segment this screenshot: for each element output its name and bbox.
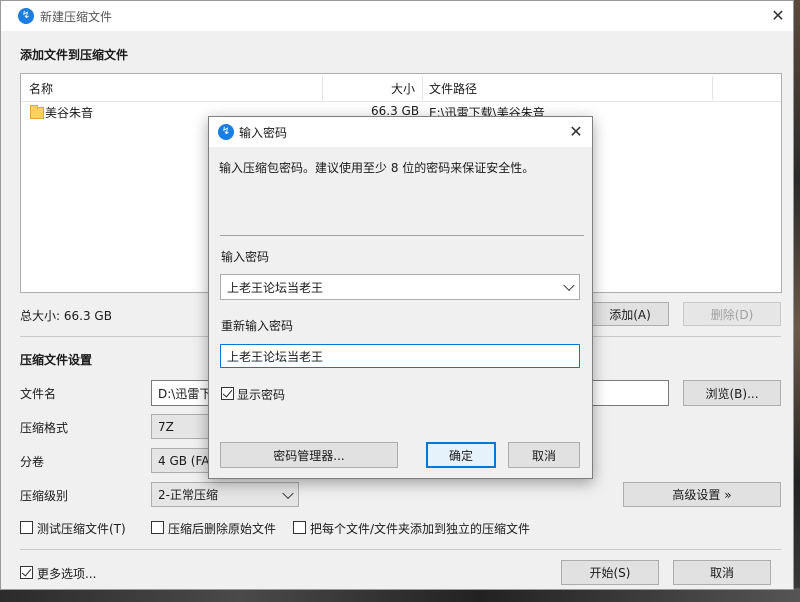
format-select-value: 7Z (158, 419, 174, 434)
password-input-value: 上老王论坛当老王 (227, 280, 324, 295)
column-header-path[interactable]: 文件路径 (429, 80, 477, 97)
app-logo-icon: ↯ (218, 124, 234, 140)
archive-settings-heading: 压缩文件设置 (20, 353, 93, 367)
column-divider[interactable] (712, 76, 713, 100)
divider-line (220, 235, 584, 236)
delete-original-label: 压缩后删除原始文件 (168, 522, 277, 536)
file-list-header: 名称 大小 文件路径 (21, 74, 781, 102)
more-options-checkbox[interactable] (20, 566, 33, 579)
window-title: 新建压缩文件 (40, 10, 113, 24)
window-close-icon[interactable]: ✕ (769, 8, 787, 24)
split-volume-select[interactable]: 4 GB (FAT (151, 448, 211, 473)
column-header-name[interactable]: 名称 (29, 80, 53, 97)
advanced-settings-button[interactable]: 高级设置 » (623, 482, 781, 507)
total-size-text: 总大小: 66.3 GB (20, 309, 112, 323)
confirm-password-label: 重新输入密码 (221, 319, 294, 333)
folder-icon (30, 105, 44, 119)
separate-archive-label: 把每个文件/文件夹添加到独立的压缩文件 (310, 522, 531, 536)
column-divider[interactable] (322, 76, 323, 100)
main-cancel-button[interactable]: 取消 (673, 560, 771, 585)
dialog-titlebar: ↯ 输入密码 ✕ (209, 117, 592, 147)
file-name-cell: 美谷朱音 (45, 106, 94, 120)
confirm-password-input[interactable]: 上老王论坛当老王 (220, 344, 580, 368)
delete-button[interactable]: 删除(D) (683, 302, 781, 326)
format-select[interactable]: 7Z (151, 414, 211, 439)
password-dialog: ↯ 输入密码 ✕ 输入压缩包密码。建议使用至少 8 位的密码来保证安全性。 输入… (208, 116, 593, 479)
format-label: 压缩格式 (20, 421, 69, 435)
split-volume-value: 4 GB (FAT (158, 453, 211, 468)
ok-button[interactable]: 确定 (426, 442, 496, 468)
level-label: 压缩级别 (20, 489, 69, 503)
background-taskbar-strip (0, 588, 800, 602)
dialog-cancel-button[interactable]: 取消 (508, 442, 580, 468)
browse-button[interactable]: 浏览(B)... (683, 380, 781, 406)
window-titlebar: ↯ 新建压缩文件 ✕ (1, 1, 793, 31)
chevron-down-icon[interactable] (563, 279, 575, 292)
password-manager-button[interactable]: 密码管理器... (220, 442, 398, 468)
add-button[interactable]: 添加(A) (591, 302, 669, 326)
start-button[interactable]: 开始(S) (561, 560, 659, 585)
app-logo-icon: ↯ (18, 8, 34, 24)
show-password-checkbox[interactable] (221, 387, 234, 400)
column-divider[interactable] (422, 76, 423, 100)
dialog-title: 输入密码 (239, 126, 288, 140)
password-label: 输入密码 (221, 250, 270, 264)
divider-line (20, 549, 781, 550)
test-archive-label: 测试压缩文件(T) (37, 522, 126, 536)
compression-level-select[interactable]: 2-正常压缩 (151, 482, 299, 507)
test-archive-checkbox[interactable] (20, 521, 33, 534)
add-files-heading: 添加文件到压缩文件 (20, 48, 129, 62)
split-label: 分卷 (20, 455, 45, 469)
dialog-close-icon[interactable]: ✕ (567, 124, 585, 140)
chevron-down-icon (282, 487, 294, 499)
separate-archive-checkbox[interactable] (293, 521, 306, 534)
password-input[interactable]: 上老王论坛当老王 (220, 274, 580, 300)
more-options-label: 更多选项... (37, 567, 97, 581)
filename-label: 文件名 (20, 387, 57, 401)
dialog-description: 输入压缩包密码。建议使用至少 8 位的密码来保证安全性。 (219, 161, 535, 175)
show-password-label: 显示密码 (237, 388, 286, 402)
delete-original-checkbox[interactable] (151, 521, 164, 534)
column-header-size[interactable]: 大小 (391, 80, 415, 97)
compression-level-value: 2-正常压缩 (158, 488, 218, 502)
